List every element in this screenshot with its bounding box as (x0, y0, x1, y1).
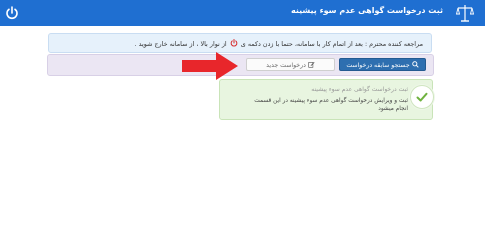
action-toolbar: جستجو سابقه درخواست درخواست جدید (47, 54, 434, 76)
logout-notice: مراجعه کننده محترم : بعد از اتمام کار با… (48, 33, 432, 53)
search-history-button[interactable]: جستجو سابقه درخواست (339, 58, 426, 71)
power-icon[interactable] (5, 5, 19, 20)
new-request-button[interactable]: درخواست جدید (246, 58, 335, 71)
page-title: ثبت درخواست گواهی عدم سوء پیشینه (291, 6, 443, 15)
app-header: ثبت درخواست گواهی عدم سوء پیشینه (0, 0, 485, 26)
power-icon (230, 39, 238, 47)
info-alert: ثبت درخواست گواهی عدم سوء پیشینه ثبت و و… (219, 79, 433, 120)
new-request-label: درخواست جدید (266, 62, 306, 69)
notice-text-start: مراجعه کننده محترم : بعد از اتمام کار با… (240, 40, 423, 48)
search-history-label: جستجو سابقه درخواست (346, 62, 410, 69)
edit-icon (306, 62, 315, 69)
alert-message: ثبت و ویرایش درخواست گواهی عدم سوء پیشین… (254, 98, 408, 112)
check-icon (410, 85, 434, 109)
arrow-right-icon (182, 52, 240, 80)
notice-text-end: از نوار بالا ، از سامانه خارج شوید . (134, 40, 227, 48)
search-icon (410, 61, 419, 69)
scales-of-justice-icon (455, 3, 475, 23)
alert-heading: ثبت درخواست گواهی عدم سوء پیشینه (311, 86, 408, 93)
